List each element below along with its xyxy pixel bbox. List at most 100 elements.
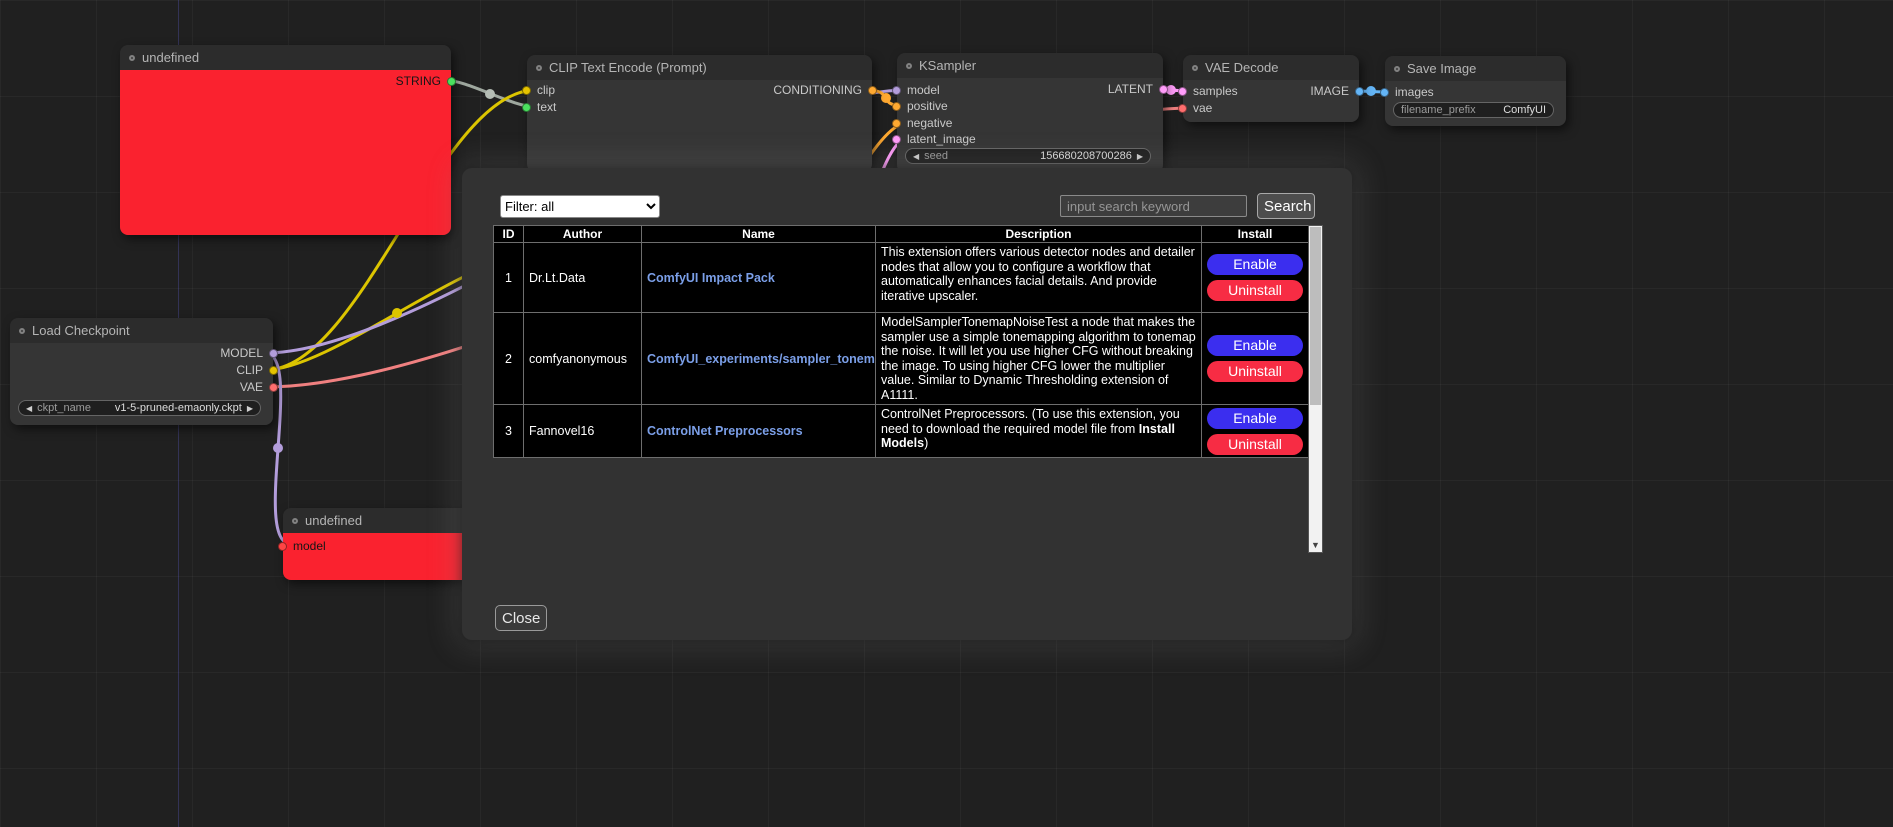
node-collapse-dot[interactable] [129, 55, 135, 61]
node-collapse-dot[interactable] [19, 328, 25, 334]
node-collapse-dot[interactable] [906, 63, 912, 69]
widget-label: ckpt_name [37, 402, 91, 414]
slot-label-vae: vae [1193, 101, 1212, 115]
output-port-clip[interactable] [269, 366, 278, 375]
seed-widget[interactable]: ◀ seed 156680208700286 ▶ [905, 148, 1151, 164]
uninstall-button[interactable]: Uninstall [1207, 361, 1303, 382]
extension-link[interactable]: ComfyUI Impact Pack [647, 271, 775, 285]
output-port-conditioning[interactable] [868, 86, 877, 95]
ckpt-name-widget[interactable]: ◀ ckpt_name v1-5-pruned-emaonly.ckpt ▶ [18, 400, 261, 416]
node-title-bar[interactable]: KSampler [897, 53, 1163, 78]
decrement-arrow-icon[interactable]: ◀ [913, 152, 919, 161]
node-title-bar[interactable]: undefined [120, 45, 451, 70]
node-save-image[interactable]: Save Image images filename_prefix ComfyU… [1385, 56, 1566, 126]
node-vae-decode[interactable]: VAE Decode samples vae IMAGE [1183, 55, 1359, 122]
node-title: Save Image [1407, 61, 1476, 76]
col-header-author: Author [524, 226, 642, 243]
node-collapse-dot[interactable] [292, 518, 298, 524]
search-input[interactable] [1060, 195, 1247, 217]
cell-description: ControlNet Preprocessors. (To use this e… [876, 405, 1202, 458]
slot-label-images: images [1395, 85, 1434, 99]
table-scrollbar[interactable]: ▼ [1308, 225, 1323, 553]
node-undefined-bottom[interactable]: undefined model [283, 508, 473, 580]
link-midpoint-dot[interactable] [392, 308, 402, 318]
link-midpoint-dot[interactable] [881, 93, 891, 103]
close-button[interactable]: Close [495, 605, 547, 631]
node-collapse-dot[interactable] [536, 65, 542, 71]
node-body: STRING [120, 70, 451, 235]
slot-label-vae: VAE [240, 380, 263, 394]
node-body: images filename_prefix ComfyUI [1385, 81, 1566, 126]
cell-id: 2 [494, 313, 524, 405]
slot-label-model: MODEL [220, 346, 263, 360]
slot-label-text: text [537, 100, 556, 114]
filename-prefix-widget[interactable]: filename_prefix ComfyUI [1393, 102, 1554, 118]
input-port-text[interactable] [522, 103, 531, 112]
node-title-bar[interactable]: Save Image [1385, 56, 1566, 81]
uninstall-button[interactable]: Uninstall [1207, 280, 1303, 301]
extension-table: ID Author Name Description Install 1 Dr.… [493, 225, 1309, 458]
node-title-bar[interactable]: undefined [283, 508, 473, 533]
node-body: samples vae IMAGE [1183, 80, 1359, 122]
enable-button[interactable]: Enable [1207, 408, 1303, 429]
node-body: MODEL CLIP VAE ◀ ckpt_name v1-5-pruned-e… [10, 343, 273, 425]
col-header-description: Description [876, 226, 1202, 243]
table-header-row: ID Author Name Description Install [494, 226, 1309, 243]
node-load-checkpoint[interactable]: Load Checkpoint MODEL CLIP VAE ◀ ckpt_na… [10, 318, 273, 425]
input-port-vae[interactable] [1178, 104, 1187, 113]
output-port-vae[interactable] [269, 383, 278, 392]
link-midpoint-dot[interactable] [1366, 86, 1376, 96]
node-body: clip text CONDITIONING [527, 80, 872, 172]
node-title: VAE Decode [1205, 60, 1278, 75]
cell-description: This extension offers various detector n… [876, 243, 1202, 313]
output-port-model[interactable] [269, 349, 278, 358]
extension-manager-dialog: Filter: all Search ID Author Name Descri… [462, 168, 1352, 640]
link-midpoint-dot[interactable] [273, 443, 283, 453]
node-title-bar[interactable]: CLIP Text Encode (Prompt) [527, 55, 872, 80]
node-collapse-dot[interactable] [1394, 66, 1400, 72]
cell-author: Dr.Lt.Data [524, 243, 642, 313]
widget-label: filename_prefix [1401, 104, 1476, 116]
uninstall-button[interactable]: Uninstall [1207, 434, 1303, 455]
node-collapse-dot[interactable] [1192, 65, 1198, 71]
scrollbar-thumb[interactable] [1310, 227, 1321, 405]
decrement-arrow-icon[interactable]: ◀ [26, 404, 32, 413]
increment-arrow-icon[interactable]: ▶ [247, 404, 253, 413]
widget-value: 156680208700286 [1040, 150, 1132, 162]
widget-value: ComfyUI [1503, 104, 1546, 116]
cell-id: 1 [494, 243, 524, 313]
node-body: model positive negative latent_image LAT… [897, 78, 1163, 173]
increment-arrow-icon[interactable]: ▶ [1137, 152, 1143, 161]
slot-label-latent: LATENT [1108, 82, 1153, 96]
output-port-string[interactable] [447, 77, 456, 86]
col-header-name: Name [642, 226, 876, 243]
enable-button[interactable]: Enable [1207, 335, 1303, 356]
node-clip-text-encode[interactable]: CLIP Text Encode (Prompt) clip text COND… [527, 55, 872, 172]
input-port-positive[interactable] [892, 102, 901, 111]
input-port-model[interactable] [892, 86, 901, 95]
filter-select[interactable]: Filter: all [500, 195, 660, 218]
enable-button[interactable]: Enable [1207, 254, 1303, 275]
input-port-negative[interactable] [892, 119, 901, 128]
node-undefined-top[interactable]: undefined STRING [120, 45, 451, 235]
link-midpoint-dot[interactable] [485, 89, 495, 99]
col-header-id: ID [494, 226, 524, 243]
node-ksampler[interactable]: KSampler model positive negative latent_… [897, 53, 1163, 173]
input-port-model[interactable] [278, 542, 287, 551]
output-port-latent[interactable] [1159, 85, 1168, 94]
input-port-images[interactable] [1380, 88, 1389, 97]
input-port-clip[interactable] [522, 86, 531, 95]
output-port-image[interactable] [1355, 87, 1364, 96]
slot-label-string: STRING [396, 74, 441, 88]
extension-link[interactable]: ControlNet Preprocessors [647, 424, 803, 438]
input-port-samples[interactable] [1178, 87, 1187, 96]
table-row: 3 Fannovel16 ControlNet Preprocessors Co… [494, 405, 1309, 458]
extension-link[interactable]: ComfyUI_experiments/sampler_tonemap [647, 352, 876, 366]
node-title-bar[interactable]: Load Checkpoint [10, 318, 273, 343]
node-title: Load Checkpoint [32, 323, 130, 338]
input-port-latent-image[interactable] [892, 135, 901, 144]
search-button[interactable]: Search [1257, 193, 1315, 219]
node-title-bar[interactable]: VAE Decode [1183, 55, 1359, 80]
slot-label-model: model [293, 539, 326, 553]
scroll-down-arrow-icon[interactable]: ▼ [1309, 537, 1322, 552]
